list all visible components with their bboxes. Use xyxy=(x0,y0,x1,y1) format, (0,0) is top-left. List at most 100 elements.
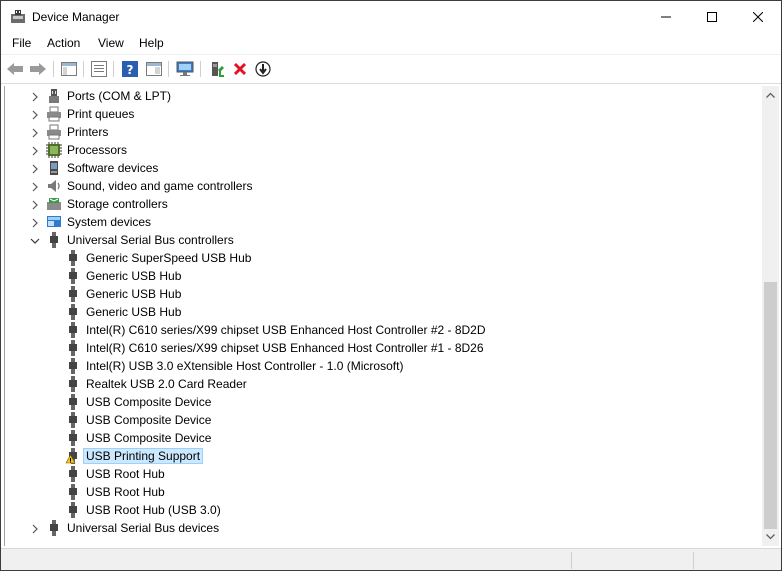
help-button[interactable]: ? xyxy=(120,59,140,79)
usb-icon xyxy=(65,268,81,284)
expand-chevron-icon[interactable] xyxy=(30,217,40,228)
toolbar-separator xyxy=(168,61,169,77)
disable-device-button[interactable] xyxy=(253,59,273,79)
menu-help[interactable]: Help xyxy=(139,36,164,50)
device-item[interactable]: Generic USB Hub xyxy=(5,303,745,321)
device-manager-icon xyxy=(11,10,25,23)
back-button[interactable] xyxy=(5,59,25,79)
menu-action[interactable]: Action xyxy=(47,36,80,50)
expand-chevron-icon[interactable] xyxy=(30,127,40,138)
device-item[interactable]: Generic SuperSpeed USB Hub xyxy=(5,249,745,267)
uninstall-device-button[interactable] xyxy=(230,59,250,79)
toolbar-separator xyxy=(113,61,114,77)
tree-category[interactable]: Storage controllers xyxy=(5,195,745,213)
collapse-chevron-icon[interactable] xyxy=(30,235,40,245)
expand-chevron-icon[interactable] xyxy=(30,91,40,102)
usb-icon xyxy=(65,412,81,428)
device-label: Intel(R) USB 3.0 eXtensible Host Control… xyxy=(86,359,404,373)
tree-category[interactable]: Software devices xyxy=(5,159,745,177)
category-label: Print queues xyxy=(67,107,135,121)
maximize-icon xyxy=(707,11,717,22)
tree-category[interactable]: Printers xyxy=(5,123,745,141)
toolbar-separator xyxy=(83,61,84,77)
tree-category-expanded[interactable]: Universal Serial Bus controllers xyxy=(5,231,745,249)
device-label: Generic USB Hub xyxy=(86,287,182,301)
scroll-up-icon[interactable] xyxy=(766,92,775,98)
category-label: System devices xyxy=(67,215,152,229)
device-label: Generic USB Hub xyxy=(86,305,182,319)
minimize-icon xyxy=(661,16,671,17)
toolbar-separator xyxy=(53,61,54,77)
usb-icon xyxy=(65,502,81,518)
menu-bar: File Action View Help xyxy=(1,32,781,54)
toolbar: ? xyxy=(1,54,781,84)
device-item[interactable]: Intel(R) C610 series/X99 chipset USB Enh… xyxy=(5,339,745,357)
expand-chevron-icon[interactable] xyxy=(30,145,40,156)
disable-device-icon xyxy=(255,61,271,77)
device-item[interactable]: Generic USB Hub xyxy=(5,267,745,285)
expand-chevron-icon[interactable] xyxy=(30,523,40,534)
update-driver-button[interactable] xyxy=(207,59,227,79)
device-label: Intel(R) C610 series/X99 chipset USB Enh… xyxy=(86,341,484,355)
device-label: Intel(R) C610 series/X99 chipset USB Enh… xyxy=(86,323,486,337)
tree-category[interactable]: Universal Serial Bus devices xyxy=(5,519,745,537)
device-label: USB Composite Device xyxy=(86,413,212,427)
scroll-down-icon[interactable] xyxy=(766,534,775,540)
tree-category[interactable]: Sound, video and game controllers xyxy=(5,177,745,195)
category-label: Storage controllers xyxy=(67,197,168,211)
device-item[interactable]: USB Composite Device xyxy=(5,429,745,447)
device-item[interactable]: USB Composite Device xyxy=(5,393,745,411)
device-item[interactable]: USB Root Hub xyxy=(5,465,745,483)
menu-file[interactable]: File xyxy=(12,36,31,50)
scrollbar-thumb[interactable] xyxy=(764,282,777,529)
maximize-button[interactable] xyxy=(689,1,735,32)
device-item[interactable]: Intel(R) USB 3.0 eXtensible Host Control… xyxy=(5,357,745,375)
device-item[interactable]: USB Root Hub (USB 3.0) xyxy=(5,501,745,519)
device-item[interactable]: USB Root Hub xyxy=(5,483,745,501)
scan-hardware-button[interactable] xyxy=(175,59,195,79)
device-item[interactable]: Generic USB Hub xyxy=(5,285,745,303)
forward-icon xyxy=(30,63,46,75)
tree-category[interactable]: Ports (COM & LPT) xyxy=(5,87,745,105)
view-button[interactable] xyxy=(144,59,164,79)
tree-category[interactable]: Print queues xyxy=(5,105,745,123)
help-icon: ? xyxy=(122,61,138,77)
close-button[interactable] xyxy=(735,1,781,32)
tree-category[interactable]: System devices xyxy=(5,213,745,231)
minimize-button[interactable] xyxy=(643,1,689,32)
device-item[interactable]: Intel(R) C610 series/X99 chipset USB Enh… xyxy=(5,321,745,339)
device-item[interactable]: Realtek USB 2.0 Card Reader xyxy=(5,375,745,393)
device-label: Generic USB Hub xyxy=(86,269,182,283)
expand-chevron-icon[interactable] xyxy=(30,163,40,174)
device-label: USB Root Hub xyxy=(86,485,165,499)
printer-icon xyxy=(46,124,62,140)
usb-icon xyxy=(65,304,81,320)
category-label: Universal Serial Bus controllers xyxy=(67,233,234,247)
properties-button[interactable] xyxy=(89,59,109,79)
speaker-icon xyxy=(46,178,62,194)
vertical-scrollbar[interactable] xyxy=(762,86,779,546)
usb-icon xyxy=(65,250,81,266)
show-hide-tree-button[interactable] xyxy=(59,59,79,79)
device-label: Generic SuperSpeed USB Hub xyxy=(86,251,252,265)
show-hide-tree-icon xyxy=(61,62,77,76)
menu-view[interactable]: View xyxy=(98,36,124,50)
usb-icon xyxy=(65,430,81,446)
device-item[interactable]: USB Composite Device xyxy=(5,411,745,429)
tree-category[interactable]: Processors xyxy=(5,141,745,159)
expand-chevron-icon[interactable] xyxy=(30,181,40,192)
device-tree[interactable]: Ports (COM & LPT) Print queues Printers Pro… xyxy=(4,86,763,546)
category-label: Ports (COM & LPT) xyxy=(67,89,172,103)
usb-icon xyxy=(65,322,81,338)
uninstall-device-icon xyxy=(233,62,247,76)
title-bar[interactable]: Device Manager xyxy=(1,1,781,32)
device-item[interactable]: USB Printing Support xyxy=(5,447,745,465)
device-label: USB Printing Support xyxy=(82,448,204,464)
forward-button[interactable] xyxy=(28,59,48,79)
svg-text:?: ? xyxy=(127,63,134,77)
expand-chevron-icon[interactable] xyxy=(30,199,40,210)
device-label: USB Root Hub xyxy=(86,467,165,481)
warning-usb-icon xyxy=(65,448,81,464)
close-icon xyxy=(753,11,763,22)
expand-chevron-icon[interactable] xyxy=(30,109,40,120)
